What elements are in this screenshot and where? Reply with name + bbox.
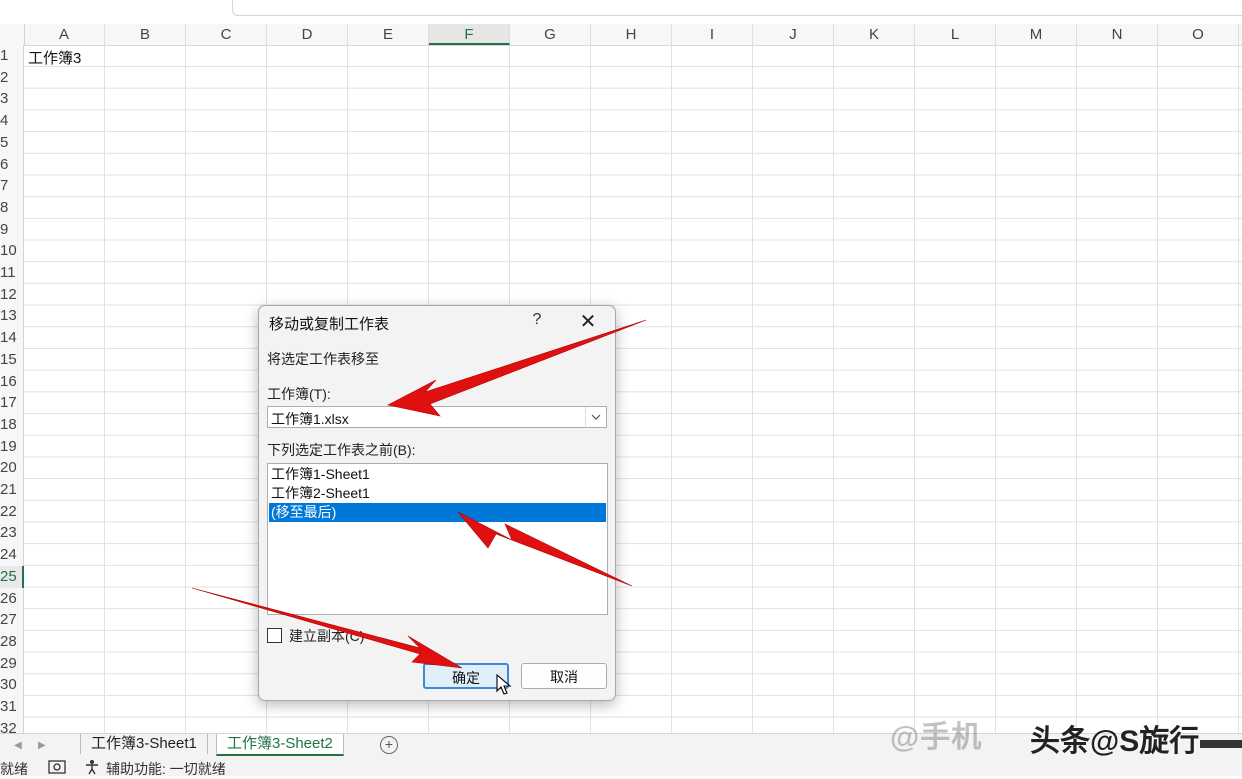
row-header-17[interactable]: 17 <box>0 392 24 415</box>
row-header-16[interactable]: 16 <box>0 370 24 393</box>
row-header-28[interactable]: 28 <box>0 630 24 653</box>
add-sheet-icon[interactable]: + <box>380 736 398 754</box>
row-header-31[interactable]: 31 <box>0 696 24 718</box>
row-header-30[interactable]: 30 <box>0 674 24 697</box>
status-ready: 就绪 <box>0 761 28 777</box>
row-header-18[interactable]: 18 <box>0 413 24 436</box>
row-header-12[interactable]: 12 <box>0 283 24 306</box>
scrollbar-strip[interactable] <box>1200 740 1242 748</box>
column-header-i[interactable]: I <box>672 24 753 45</box>
row-header-27[interactable]: 27 <box>0 609 24 632</box>
column-header-g[interactable]: G <box>510 24 591 45</box>
column-header-c[interactable]: C <box>186 24 267 45</box>
close-icon[interactable]: ✕ <box>577 309 599 334</box>
column-header-k[interactable]: K <box>834 24 915 45</box>
copy-checkbox[interactable] <box>267 628 282 643</box>
row-header-13[interactable]: 13 <box>0 305 24 328</box>
move-to-label: 将选定工作表移至 <box>267 351 379 367</box>
row-header-1[interactable]: 1 <box>0 45 24 67</box>
column-header-l[interactable]: L <box>915 24 996 45</box>
column-header-bar: ABCDEFGHIJKLMNO <box>0 24 1242 46</box>
copy-checkbox-label[interactable]: 建立副本(C) <box>289 626 364 646</box>
row-header-19[interactable]: 19 <box>0 435 24 458</box>
formula-input[interactable] <box>232 0 1242 16</box>
row-header-21[interactable]: 21 <box>0 479 24 501</box>
list-item[interactable]: 工作簿1-Sheet1 <box>269 465 606 484</box>
row-header-23[interactable]: 23 <box>0 522 24 545</box>
column-header-n[interactable]: N <box>1077 24 1158 45</box>
row-header-26[interactable]: 26 <box>0 587 24 610</box>
mouse-cursor-icon <box>496 673 512 701</box>
column-header-d[interactable]: D <box>267 24 348 45</box>
sheet-listbox[interactable]: 工作簿1-Sheet1 工作簿2-Sheet1 (移至最后) <box>267 463 608 615</box>
row-header-4[interactable]: 4 <box>0 110 24 133</box>
list-item-selected[interactable]: (移至最后) <box>269 503 606 522</box>
row-header-10[interactable]: 10 <box>0 240 24 263</box>
column-header-a[interactable]: A <box>24 24 105 45</box>
workbook-value: 工作簿1.xlsx <box>271 411 349 427</box>
cancel-button[interactable]: 取消 <box>521 663 607 689</box>
watermark-dark: 头条@S旋行 <box>1030 725 1200 758</box>
cell-a1[interactable]: 工作簿3 <box>28 47 81 68</box>
column-header-h[interactable]: H <box>591 24 672 45</box>
help-icon[interactable]: ? <box>529 311 545 329</box>
row-header-11[interactable]: 11 <box>0 262 24 284</box>
chevron-down-icon[interactable] <box>585 407 606 427</box>
row-header-29[interactable]: 29 <box>0 652 24 675</box>
column-header-f[interactable]: F <box>429 24 510 45</box>
column-header-o[interactable]: O <box>1158 24 1239 45</box>
before-sheet-label: 下列选定工作表之前(B): <box>267 442 416 458</box>
macro-record-icon[interactable] <box>48 759 66 778</box>
cell-grid[interactable] <box>24 45 1242 733</box>
row-header-3[interactable]: 3 <box>0 88 24 111</box>
dialog-title: 移动或复制工作表 <box>269 316 390 333</box>
workbook-label: 工作簿(T): <box>267 386 331 402</box>
row-header-5[interactable]: 5 <box>0 131 24 154</box>
watermark-faded: @手机 <box>890 721 983 754</box>
status-accessibility[interactable]: 辅助功能: 一切就绪 <box>106 759 226 779</box>
row-header-9[interactable]: 9 <box>0 218 24 241</box>
row-header-8[interactable]: 8 <box>0 196 24 219</box>
sheet-tab-sheet1[interactable]: 工作簿3-Sheet1 <box>80 734 208 754</box>
formula-bar <box>0 0 1242 24</box>
row-header-20[interactable]: 20 <box>0 457 24 480</box>
column-header-b[interactable]: B <box>105 24 186 45</box>
select-all-corner[interactable] <box>0 24 25 45</box>
column-header-j[interactable]: J <box>753 24 834 45</box>
row-header-24[interactable]: 24 <box>0 544 24 567</box>
row-header-14[interactable]: 14 <box>0 327 24 350</box>
sheet-tab-sheet2[interactable]: 工作簿3-Sheet2 <box>216 734 344 756</box>
row-header-2[interactable]: 2 <box>0 66 24 89</box>
row-header-7[interactable]: 7 <box>0 175 24 198</box>
column-header-m[interactable]: M <box>996 24 1077 45</box>
row-header-6[interactable]: 6 <box>0 153 24 176</box>
prev-sheet-icon[interactable]: ◀ <box>14 734 22 757</box>
row-header-22[interactable]: 22 <box>0 500 24 523</box>
row-header-15[interactable]: 15 <box>0 348 24 371</box>
move-copy-dialog: 移动或复制工作表 ? ✕ 将选定工作表移至 工作簿(T): 工作簿1.xlsx … <box>258 305 616 701</box>
column-header-e[interactable]: E <box>348 24 429 45</box>
workbook-select[interactable]: 工作簿1.xlsx <box>267 406 607 428</box>
row-header-25[interactable]: 25 <box>0 565 24 588</box>
next-sheet-icon[interactable]: ▶ <box>38 734 46 757</box>
list-item[interactable]: 工作簿2-Sheet1 <box>269 484 606 503</box>
accessibility-icon[interactable] <box>84 759 100 778</box>
